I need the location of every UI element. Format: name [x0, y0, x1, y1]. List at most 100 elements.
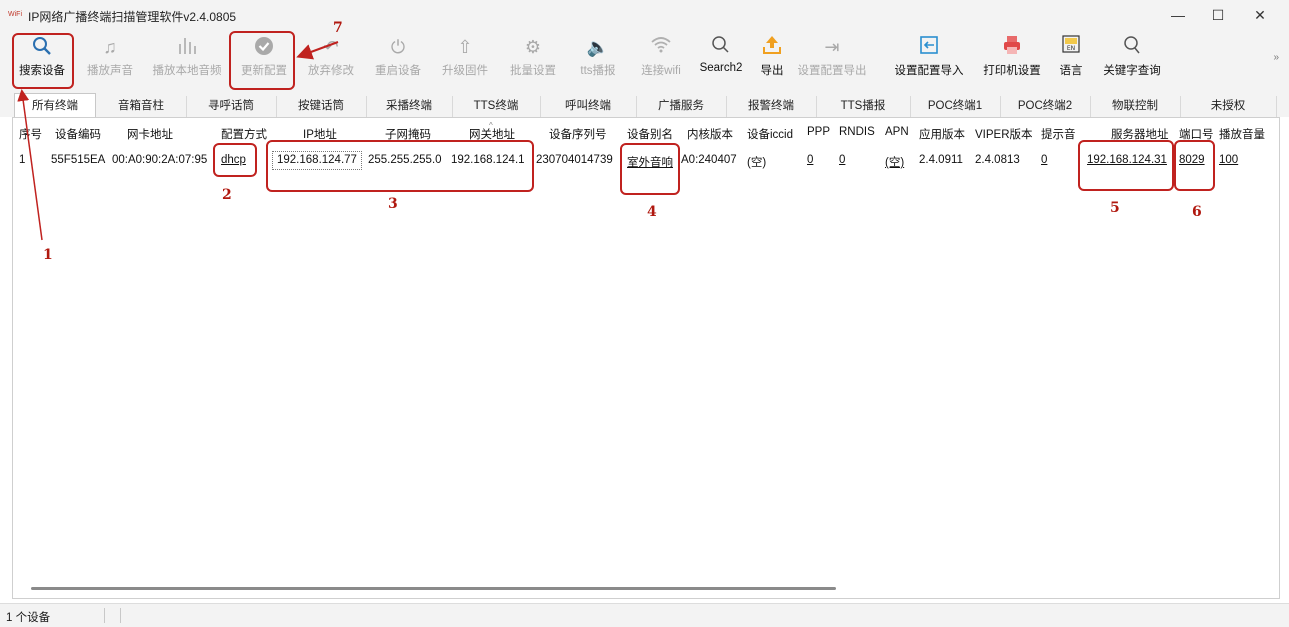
config-export-button[interactable]: ⇥ 设置配置导出: [794, 34, 870, 86]
col-viper-version[interactable]: VIPER版本: [975, 126, 1033, 142]
printer-settings-button[interactable]: 打印机设置: [978, 34, 1046, 86]
gear-icon: ⚙: [524, 37, 542, 57]
cell-apn[interactable]: (空): [885, 154, 904, 170]
col-kernel[interactable]: 内核版本: [687, 126, 733, 142]
restart-device-button[interactable]: ⏻ 重启设备: [370, 34, 426, 86]
minimize-button[interactable]: —: [1158, 4, 1198, 26]
search2-button[interactable]: Search2: [696, 34, 746, 86]
language-icon: EN: [1054, 34, 1088, 60]
export-button[interactable]: 导出: [752, 34, 792, 86]
check-circle-icon: [236, 34, 292, 60]
col-port[interactable]: 端口号: [1179, 126, 1214, 142]
cell-rndis[interactable]: 0: [839, 154, 845, 166]
discard-changes-button[interactable]: ↶ 放弃修改: [302, 34, 360, 86]
maximize-button[interactable]: ☐: [1198, 4, 1238, 26]
update-config-button[interactable]: 更新配置: [236, 34, 292, 86]
batch-settings-button[interactable]: ⚙ 批量设置: [504, 34, 562, 86]
cell-index: 1: [19, 154, 26, 166]
search-device-button[interactable]: 搜索设备: [14, 34, 70, 86]
col-serial[interactable]: 设备序列号: [549, 126, 607, 142]
config-import-icon: [890, 34, 968, 60]
col-server-address[interactable]: 服务器地址: [1111, 126, 1169, 142]
toolbar: 搜索设备 ♫ 播放声音 播放本地音频 更新配置 ↶ 放弃修改 ⏻ 重启设备 ⇧ …: [0, 30, 1289, 90]
col-config-mode[interactable]: 配置方式: [221, 126, 267, 142]
tab-unauthorized[interactable]: 未授权: [1180, 96, 1277, 117]
play-sound-button[interactable]: ♫ 播放声音: [82, 34, 138, 86]
undo-icon: ↶: [323, 37, 339, 57]
tab-capture-terminal[interactable]: 采播终端: [366, 96, 453, 117]
table-header: 序号 设备编码 网卡地址 配置方式 IP地址 子网掩码 网关地址 ^ 设备序列号…: [13, 121, 1279, 144]
col-ip[interactable]: IP地址: [303, 126, 337, 142]
cell-viper-version: 2.4.0813: [975, 154, 1020, 166]
col-volume[interactable]: 播放音量: [1219, 126, 1265, 142]
cell-volume[interactable]: 100: [1219, 154, 1238, 166]
status-divider: [104, 608, 105, 623]
col-prompt-tone[interactable]: 提示音: [1041, 126, 1076, 142]
keyword-search-button[interactable]: 关键字查询: [1098, 34, 1166, 86]
tab-broadcast-service[interactable]: 广播服务: [636, 96, 727, 117]
export-icon: [752, 34, 792, 60]
cell-iccid: (空): [747, 157, 767, 169]
tab-key-mic[interactable]: 按键话筒: [276, 96, 367, 117]
col-iccid[interactable]: 设备iccid: [747, 126, 793, 142]
tab-iot-control[interactable]: 物联控制: [1090, 96, 1181, 117]
language-button[interactable]: EN 语言: [1054, 34, 1088, 86]
upgrade-firmware-button[interactable]: ⇧ 升级固件: [436, 34, 494, 86]
col-subnet[interactable]: 子网掩码: [385, 126, 431, 142]
col-device-code[interactable]: 设备编码: [55, 126, 101, 142]
col-alias[interactable]: 设备别名: [627, 126, 673, 142]
power-icon: ⏻: [390, 37, 406, 57]
cell-prompt-tone[interactable]: 0: [1041, 154, 1047, 166]
tab-all-terminals[interactable]: 所有终端: [14, 93, 96, 118]
tab-tts-terminal[interactable]: TTS终端: [452, 96, 541, 117]
speaker-icon: 🔈: [586, 37, 610, 57]
connect-wifi-button[interactable]: 连接wifi: [632, 34, 690, 86]
col-apn[interactable]: APN: [885, 126, 909, 138]
cell-config-mode[interactable]: dhcp: [221, 154, 246, 166]
tab-tts-broadcast[interactable]: TTS播报: [816, 96, 911, 117]
search2-icon: [696, 34, 746, 60]
toolbar-more-button[interactable]: »: [1273, 52, 1279, 63]
col-index[interactable]: 序号: [19, 126, 42, 142]
keyword-search-icon: [1098, 34, 1166, 60]
tab-alarm-terminal[interactable]: 报警终端: [726, 96, 817, 117]
tab-paging-mic[interactable]: 寻呼话筒: [186, 96, 277, 117]
cell-subnet: 255.255.255.0: [368, 154, 442, 166]
config-export-icon: ⇥: [824, 37, 840, 57]
app-icon: WiFi: [8, 11, 22, 18]
horizontal-scrollbar[interactable]: [31, 587, 836, 590]
col-rndis[interactable]: RNDIS: [839, 126, 875, 138]
wifi-icon: [632, 34, 690, 60]
cell-port[interactable]: 8029: [1179, 154, 1205, 166]
cell-device-code: 55F515EA: [51, 154, 106, 166]
cell-alias[interactable]: 室外音响: [627, 154, 673, 170]
col-app-version[interactable]: 应用版本: [919, 126, 965, 142]
cell-gateway: 192.168.124.1: [451, 154, 525, 166]
tab-strip: 所有终端 音箱音柱 寻呼话筒 按键话筒 采播终端 TTS终端 呼叫终端 广播服务…: [0, 90, 1289, 118]
tab-call-terminal[interactable]: 呼叫终端: [540, 96, 637, 117]
cell-mac: 00:A0:90:2A:07:95: [112, 154, 208, 166]
window-title: IP网络广播终端扫描管理软件v2.4.0805: [28, 10, 237, 24]
cell-ip[interactable]: 192.168.124.77: [272, 151, 362, 170]
annotation-number: 5: [1110, 200, 1120, 216]
music-note-icon: ♫: [103, 37, 117, 57]
status-bar: 1 个设备: [0, 603, 1289, 627]
upload-arrow-icon: ⇧: [457, 37, 473, 57]
svg-text:EN: EN: [1067, 45, 1075, 52]
annotation-number: 7: [333, 20, 343, 36]
col-ppp[interactable]: PPP: [807, 126, 830, 138]
tab-speakers[interactable]: 音箱音柱: [96, 96, 187, 117]
close-button[interactable]: ✕: [1240, 4, 1280, 26]
play-local-audio-button[interactable]: 播放本地音频: [148, 34, 226, 86]
tab-poc-terminal-1[interactable]: POC终端1: [910, 96, 1001, 117]
tab-poc-terminal-2[interactable]: POC终端2: [1000, 96, 1091, 117]
cell-ppp[interactable]: 0: [807, 154, 813, 166]
cell-server-address[interactable]: 192.168.124.31: [1087, 154, 1167, 166]
table-row[interactable]: 1 55F515EA 00:A0:90:2A:07:95 dhcp 192.16…: [13, 150, 1279, 172]
col-mac[interactable]: 网卡地址: [127, 126, 173, 142]
annotation-number: 4: [647, 204, 657, 220]
config-import-button[interactable]: 设置配置导入: [890, 34, 968, 86]
annotation-number: 6: [1192, 204, 1202, 220]
annotation-number: 1: [43, 247, 53, 263]
tts-broadcast-button[interactable]: 🔈 tts播报: [570, 34, 626, 86]
